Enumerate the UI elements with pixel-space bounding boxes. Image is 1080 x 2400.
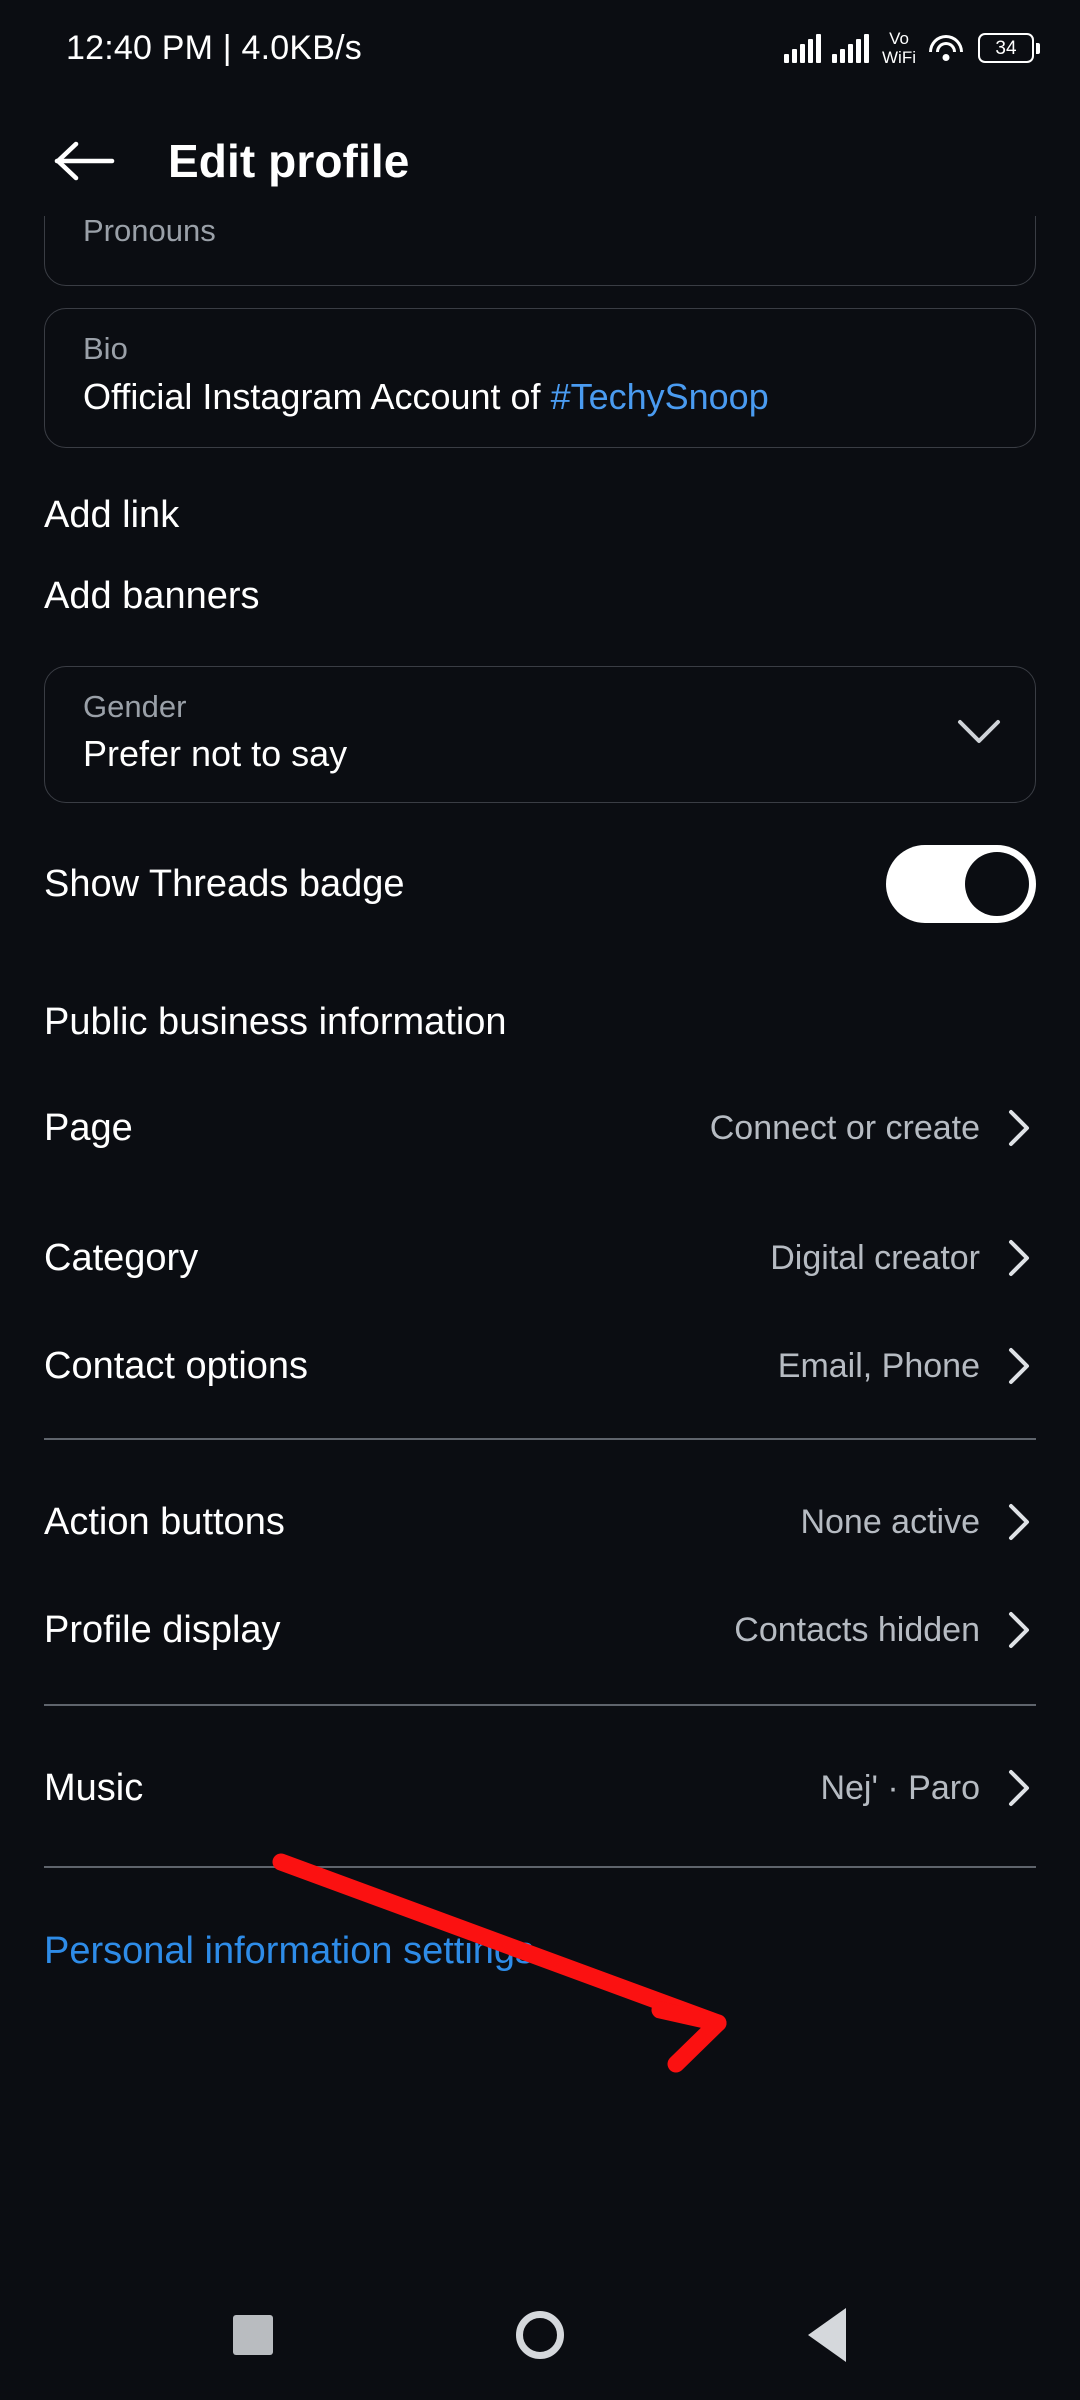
scroll-content[interactable]: Pronouns Bio Official Instagram Account … bbox=[0, 216, 1080, 2270]
row-music-label: Music bbox=[44, 1766, 144, 1809]
bio-value: Official Instagram Account of #TechySnoo… bbox=[83, 374, 1013, 419]
toggle-knob bbox=[965, 852, 1029, 917]
signal-bars-sim1-icon bbox=[784, 33, 822, 63]
bio-hashtag: #TechySnoop bbox=[550, 375, 769, 417]
row-profile-display-right: Contacts hidden bbox=[734, 1611, 1036, 1650]
show-threads-badge-label: Show Threads badge bbox=[44, 862, 405, 905]
bio-label: Bio bbox=[83, 331, 128, 366]
bio-value-text: Official Instagram Account of bbox=[83, 375, 551, 417]
page-title: Edit profile bbox=[168, 135, 410, 187]
chevron-right-icon[interactable] bbox=[1002, 1612, 1036, 1649]
row-profile-display-value: Contacts hidden bbox=[734, 1610, 980, 1649]
gender-text-group: Gender Prefer not to say bbox=[83, 689, 347, 777]
add-banners-row[interactable]: Add banners bbox=[44, 537, 1036, 618]
business-row-category-value: Digital creator bbox=[770, 1238, 980, 1277]
pronouns-field[interactable]: Pronouns bbox=[44, 216, 1036, 286]
gender-label: Gender bbox=[83, 688, 187, 724]
battery-level-label: 34 bbox=[995, 37, 1017, 59]
wifi-icon bbox=[929, 35, 963, 61]
business-row-contact-options-value: Email, Phone bbox=[777, 1346, 980, 1385]
row-action-buttons-right: None active bbox=[800, 1503, 1036, 1542]
business-row-page-value: Connect or create bbox=[709, 1108, 980, 1147]
row-music-value: Nej' · Paro bbox=[820, 1768, 980, 1807]
gender-field[interactable]: Gender Prefer not to say bbox=[44, 665, 1036, 804]
back-arrow-icon[interactable] bbox=[48, 124, 122, 198]
volte-wifi-icon: Vo WiFi bbox=[882, 30, 916, 66]
business-row-contact-options-right: Email, Phone bbox=[778, 1347, 1036, 1386]
row-action-buttons-value: None active bbox=[800, 1502, 980, 1541]
android-nav-bar bbox=[0, 2270, 1080, 2400]
home-circle-icon[interactable] bbox=[495, 2290, 585, 2380]
business-row-category[interactable]: Category Digital creator bbox=[44, 1204, 1036, 1312]
show-threads-badge-toggle[interactable] bbox=[886, 845, 1036, 924]
row-action-buttons-label: Action buttons bbox=[44, 1500, 285, 1543]
business-row-page-label: Page bbox=[44, 1106, 133, 1149]
gender-value: Prefer not to say bbox=[83, 733, 348, 775]
chevron-right-icon[interactable] bbox=[1002, 1348, 1036, 1385]
business-row-page[interactable]: Page Connect or create bbox=[44, 1074, 1036, 1182]
business-row-category-label: Category bbox=[44, 1236, 199, 1279]
add-link-row[interactable]: Add link bbox=[44, 448, 1036, 537]
business-row-page-right: Connect or create bbox=[710, 1109, 1036, 1148]
battery-icon: 34 bbox=[978, 33, 1040, 63]
business-row-contact-options-label: Contact options bbox=[44, 1344, 309, 1387]
volte-label-line2: WiFi bbox=[882, 48, 916, 67]
business-row-contact-options[interactable]: Contact options Email, Phone bbox=[44, 1312, 1036, 1420]
recents-square-icon[interactable] bbox=[208, 2290, 298, 2380]
row-profile-display[interactable]: Profile display Contacts hidden bbox=[44, 1576, 1036, 1684]
row-profile-display-label: Profile display bbox=[44, 1608, 281, 1651]
chevron-right-icon[interactable] bbox=[1002, 1770, 1036, 1807]
chevron-right-icon[interactable] bbox=[1002, 1110, 1036, 1147]
status-bar: 12:40 PM | 4.0KB/s Vo WiFi 34 bbox=[0, 0, 1080, 96]
bio-field[interactable]: Bio Official Instagram Account of #Techy… bbox=[44, 308, 1036, 448]
phone-screen: 12:40 PM | 4.0KB/s Vo WiFi 34 Edit profi… bbox=[0, 0, 1080, 2400]
row-music[interactable]: Music Nej' · Paro bbox=[44, 1734, 1036, 1842]
chevron-down-icon[interactable] bbox=[953, 706, 1005, 758]
divider-2 bbox=[44, 1704, 1036, 1707]
status-icons: Vo WiFi 34 bbox=[784, 30, 1040, 66]
app-header: Edit profile bbox=[0, 106, 1080, 216]
volte-label-line1: Vo bbox=[889, 29, 909, 48]
signal-bars-sim2-icon bbox=[832, 33, 870, 63]
status-time-and-netspeed: 12:40 PM | 4.0KB/s bbox=[66, 28, 362, 67]
divider-3 bbox=[44, 1866, 1036, 1869]
public-business-information-title: Public business information bbox=[44, 1001, 507, 1044]
personal-information-settings-link[interactable]: Personal information settings bbox=[44, 1868, 1036, 1973]
row-action-buttons[interactable]: Action buttons None active bbox=[44, 1468, 1036, 1576]
row-music-right: Nej' · Paro bbox=[820, 1769, 1036, 1808]
back-triangle-icon[interactable] bbox=[782, 2290, 872, 2380]
pronouns-label: Pronouns bbox=[83, 216, 216, 249]
show-threads-badge-row[interactable]: Show Threads badge bbox=[44, 803, 1036, 924]
business-row-category-right: Digital creator bbox=[770, 1239, 1036, 1278]
chevron-right-icon[interactable] bbox=[1002, 1240, 1036, 1277]
divider-1 bbox=[44, 1438, 1036, 1441]
chevron-right-icon[interactable] bbox=[1002, 1504, 1036, 1541]
